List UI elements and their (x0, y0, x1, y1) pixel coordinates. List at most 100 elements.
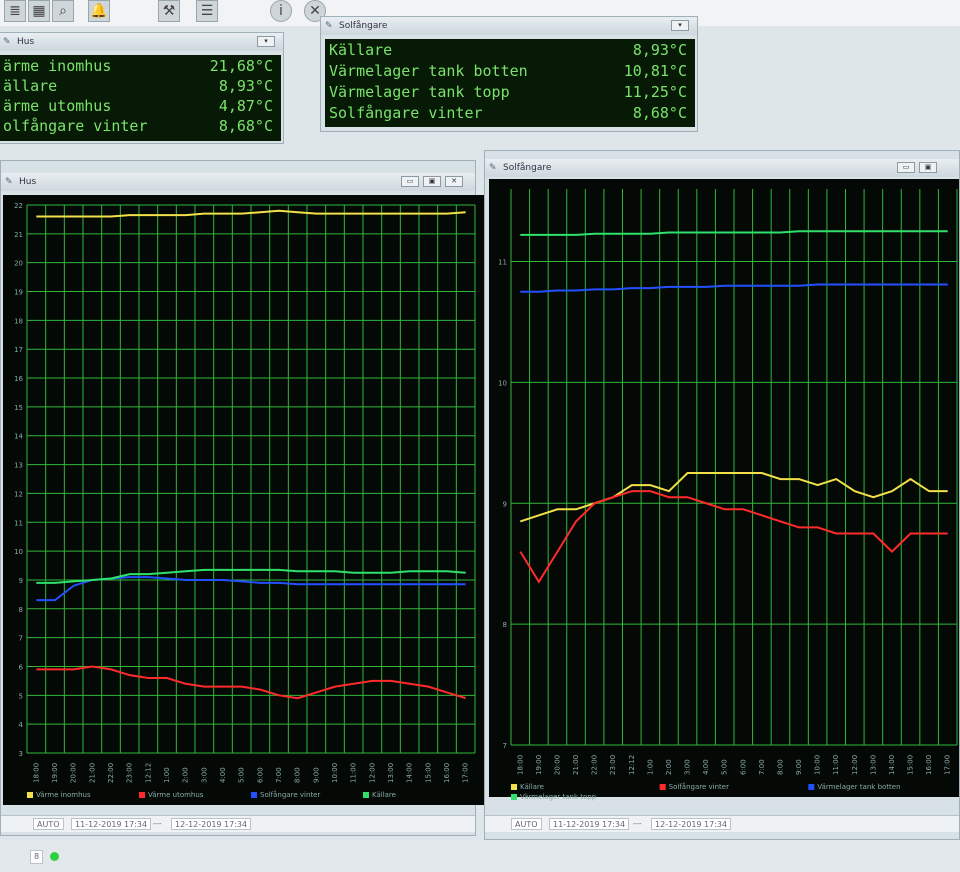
chart-icon: ✎ (325, 21, 333, 31)
maximize-button[interactable]: ▣ (919, 162, 937, 173)
legend-label: Solfångare vinter (260, 790, 320, 799)
y-tick-label: 15 (14, 404, 23, 412)
solf-chart-window: ✎ Solfångare ▭ ▣ 7 8 9 10 11 18:00 19:00 20:00 2… (484, 150, 960, 840)
sensor-value: 4,87°C (218, 97, 273, 115)
x-tick-label: 3:00 (200, 767, 208, 783)
solf-lcd-display: Källare 8,93°C Värmelager tank botten 10… (325, 39, 695, 127)
x-tick-label: 22:00 (591, 755, 599, 775)
y-tick-label: 16 (14, 375, 23, 383)
info-icon[interactable]: i (270, 0, 292, 22)
y-tick-label: 13 (14, 462, 23, 470)
legend-swatch (139, 792, 145, 798)
window-titlebar[interactable]: ✎ Solfångare ▭ ▣ (485, 159, 959, 177)
hus-readout-window: ✎ Hus ▾ ärme inomhus 21,68°C ällare 8,93… (0, 32, 284, 144)
lcd-row: Källare 8,93°C (325, 41, 695, 60)
x-tick-label: 6:00 (739, 759, 747, 775)
legend-label: Källare (372, 791, 396, 799)
legend-swatch (511, 794, 517, 800)
sensor-name: ärme utomhus (3, 97, 112, 115)
window-titlebar[interactable]: ✎ Solfångare ▾ (321, 17, 697, 35)
window-titlebar[interactable]: ✎ Hus ▭ ▣ ✕ (1, 173, 475, 191)
date-separator: --- (633, 819, 642, 828)
x-tick-label: 21:00 (88, 763, 96, 783)
hus-chart-window: ✎ Hus ▭ ▣ ✕ 3 4 5 6 7 8 9 10 11 12 13 14 15 16 17 18 19 2… (0, 160, 485, 836)
x-tick-label: 12:00 (851, 755, 859, 775)
x-tick-label: 17:00 (462, 763, 470, 783)
x-tick-label: 20:00 (70, 763, 78, 783)
x-tick-label: 19:00 (535, 755, 543, 775)
from-date-field[interactable]: 11-12-2019 17:34 (549, 818, 630, 830)
minimize-button[interactable]: ▭ (401, 176, 419, 187)
y-tick-label: 22 (14, 202, 23, 210)
lcd-row: Värmelager tank topp 11,25°C (325, 83, 695, 102)
window-titlebar[interactable]: ✎ Hus ▾ (0, 33, 283, 51)
minimize-button[interactable]: ▾ (257, 36, 275, 47)
list-icon[interactable]: ☰ (196, 0, 218, 22)
x-tick-label: 7:00 (758, 759, 766, 775)
x-tick-label: 12:12 (144, 763, 152, 783)
to-date-field[interactable]: 12-12-2019 17:34 (171, 818, 252, 830)
from-date-field[interactable]: 11-12-2019 17:34 (71, 818, 152, 830)
x-tick-label: 2:00 (182, 767, 190, 783)
bell-icon[interactable]: 🔔 (88, 0, 110, 22)
sensor-value: 8,93°C (218, 77, 273, 95)
y-tick-label: 21 (14, 231, 23, 239)
y-tick-label: 18 (14, 317, 23, 325)
x-tick-label: 4:00 (702, 759, 710, 775)
sensor-name: Värmelager tank botten (329, 62, 528, 80)
tools-icon[interactable]: ⚒ (158, 0, 180, 22)
y-tick-label: 4 (19, 721, 24, 729)
grid-icon[interactable]: ▦ (28, 0, 50, 22)
window-title: Solfångare (339, 21, 388, 31)
legend-label: Värme inomhus (36, 791, 91, 799)
x-tick-label: 5:00 (238, 767, 246, 783)
bottom-field[interactable]: 8 (30, 850, 44, 864)
legend-swatch (659, 784, 666, 790)
to-date-field[interactable]: 12-12-2019 17:34 (651, 818, 732, 830)
x-tick-label: 18:00 (32, 763, 40, 783)
sensor-value: 21,68°C (209, 57, 273, 75)
y-tick-label: 14 (14, 433, 23, 441)
hus-statusbar: AUTO 11-12-2019 17:34 --- 12-12-2019 17:… (1, 815, 475, 832)
y-tick-label: 5 (19, 692, 23, 700)
minimize-button[interactable]: ▾ (671, 20, 689, 31)
x-tick-label: 16:00 (925, 755, 933, 775)
x-tick-label: 13:00 (869, 755, 877, 775)
x-tick-label: 18:00 (516, 755, 524, 775)
lcd-row: Värmelager tank botten 10,81°C (325, 62, 695, 81)
y-tick-label: 6 (19, 663, 24, 671)
x-tick-label: 11:00 (832, 755, 840, 775)
sensor-name: olfångare vinter (3, 117, 148, 135)
x-tick-label: 12:12 (628, 755, 636, 775)
x-tick-label: 1:00 (646, 759, 654, 775)
close-button[interactable]: ✕ (445, 176, 463, 187)
solf-statusbar: AUTO 11-12-2019 17:34 --- 12-12-2019 17:… (485, 815, 959, 832)
sensor-name: ällare (3, 77, 58, 95)
y-tick-label: 17 (14, 346, 23, 354)
date-separator: --- (153, 819, 162, 828)
x-tick-label: 12:00 (368, 763, 376, 783)
x-tick-label: 14:00 (406, 763, 414, 783)
legend-label: Värme utomhus (148, 791, 204, 799)
magnifier-icon[interactable]: ⌕ (52, 0, 74, 22)
legend-swatch (511, 784, 517, 790)
mode-field[interactable]: AUTO (33, 818, 64, 830)
legend-label: Solfångare vinter (669, 782, 729, 791)
legend-swatch (27, 792, 33, 798)
solf-chart[interactable]: 7 8 9 10 11 18:00 19:00 20:00 21:00 22:00 23:00 12:… (489, 179, 959, 809)
solf-readout-window: ✎ Solfångare ▾ Källare 8,93°C Värmelager… (320, 16, 698, 132)
lcd-row: Solfångare vinter 8,68°C (325, 104, 695, 123)
sensor-name: Solfångare vinter (329, 104, 483, 122)
x-tick-label: 17:00 (944, 755, 952, 775)
minimize-button[interactable]: ▭ (897, 162, 915, 173)
x-tick-label: 19:00 (51, 763, 59, 783)
mode-field[interactable]: AUTO (511, 818, 542, 830)
lcd-row: olfångare vinter 8,68°C (0, 117, 281, 136)
database-icon[interactable]: ≣ (4, 0, 26, 22)
maximize-button[interactable]: ▣ (423, 176, 441, 187)
legend-swatch (251, 792, 257, 798)
hus-chart[interactable]: 3 4 5 6 7 8 9 10 11 12 13 14 15 16 17 18 19 20 21 22 18:00 19… (3, 195, 487, 815)
y-tick-label: 20 (14, 260, 23, 268)
x-tick-label: 9:00 (312, 767, 320, 783)
chart-icon: ✎ (3, 37, 11, 47)
